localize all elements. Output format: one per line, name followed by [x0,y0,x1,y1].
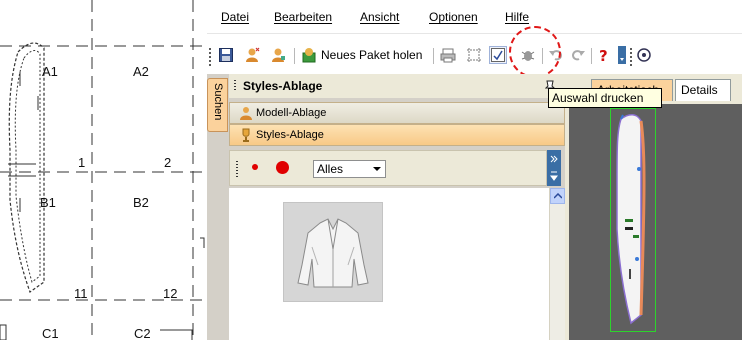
package-icon [302,48,316,63]
small-dot-button[interactable] [252,164,258,170]
trophy-icon [242,128,250,142]
grid-label-1: 1 [78,155,86,170]
zoom-icon [637,48,651,62]
grid-label-12: 12 [163,286,178,301]
grid-label-a1: A1 [42,64,58,79]
print-icon [440,48,456,63]
tab-suchen-label: Suchen [212,83,224,121]
filter-select[interactable]: Alles [313,160,386,178]
toolbar-separator [294,48,295,64]
pane-title: Styles-Ablage [243,79,323,93]
print-selection-button[interactable] [489,46,507,64]
menu-bar: Datei Bearbeiten Ansicht Optionen Hilfe [207,0,742,34]
save-button[interactable] [217,46,235,64]
preview-canvas[interactable] [569,104,742,340]
toolbar-overflow-button[interactable] [617,46,627,64]
filter-grip-icon[interactable] [235,160,239,178]
tab-details[interactable]: Details [675,79,731,101]
grid-label-11: 11 [74,286,88,301]
menu-hilfe[interactable]: Hilfe [505,10,529,24]
selected-piece-box[interactable] [610,108,656,332]
grid-label-b1: B1 [40,195,56,210]
pane-header: Styles-Ablage [229,74,565,98]
print-button[interactable] [439,46,457,64]
add-user-button[interactable] [243,46,261,64]
new-package-label[interactable]: Neues Paket holen [321,48,422,62]
page-select-button[interactable] [465,46,483,64]
user-icon [272,48,285,62]
tab-suchen[interactable]: Suchen [207,78,228,132]
highlight-annotation-circle [509,26,561,78]
user-add-icon [246,47,260,62]
toolbar-grip[interactable] [209,48,212,66]
nav-styles-ablage[interactable]: Styles-Ablage [229,124,565,146]
menu-ansicht[interactable]: Ansicht [360,10,399,24]
filter-bar: Alles [229,150,547,186]
page-select-icon [467,48,481,62]
vertical-scrollbar[interactable] [549,188,565,340]
chevron-up-icon [553,193,562,199]
tooltip: Auswahl drucken [548,88,662,108]
overflow-arrow-icon [618,46,626,64]
nav-modell-ablage-label: Modell-Ablage [256,107,327,119]
help-button[interactable]: ? [595,46,613,64]
scroll-up-button[interactable] [550,188,565,204]
pattern-piece-preview [616,114,646,325]
new-package-button[interactable] [300,46,318,64]
user-icon [240,107,252,120]
pattern-piece-outline [8,42,45,293]
grid-label-c1: C1 [42,326,59,340]
redo-icon [571,50,585,61]
nav-styles-ablage-label: Styles-Ablage [256,129,324,141]
grid-label-c2: C2 [134,326,151,340]
redo-button[interactable] [569,46,587,64]
application-window: Datei Bearbeiten Ansicht Optionen Hilfe … [207,0,742,340]
styles-content-area [229,188,549,340]
svg-text:?: ? [599,47,608,63]
styles-pane: Styles-Ablage Modell-Ablage Styles-Ablag… [229,74,565,340]
menu-datei[interactable]: Datei [221,10,249,24]
style-thumbnail-jacket[interactable] [283,202,383,302]
save-icon [219,48,233,62]
overflow-chevron-icon [550,155,558,181]
nav-modell-ablage[interactable]: Modell-Ablage [229,102,565,124]
pattern-layout-drawing: A1 A2 1 2 B1 B2 11 12 C1 C2 [0,0,207,340]
toolbar-separator [591,48,592,64]
grid-label-a2: A2 [133,64,149,79]
toolbar-separator [433,48,434,64]
chevron-down-icon[interactable] [369,161,385,177]
filter-overflow-button[interactable] [547,150,561,186]
grid-label-b2: B2 [133,195,149,210]
print-selection-icon [491,48,505,62]
toolbar-grip[interactable] [630,48,633,66]
pane-grip-icon [234,80,236,92]
menu-bearbeiten[interactable]: Bearbeiten [274,10,332,24]
large-dot-button[interactable] [276,161,289,174]
filter-select-value: Alles [317,162,344,176]
preview-pane: Arbeitstisch Details [565,74,742,340]
grid-label-2: 2 [164,155,172,170]
jacket-image [297,218,369,288]
user-button[interactable] [269,46,287,64]
help-icon: ? [599,47,608,63]
menu-optionen[interactable]: Optionen [429,10,478,24]
extra-tool-button[interactable] [635,46,653,64]
toolbar: Neues Paket holen ? [207,34,742,74]
